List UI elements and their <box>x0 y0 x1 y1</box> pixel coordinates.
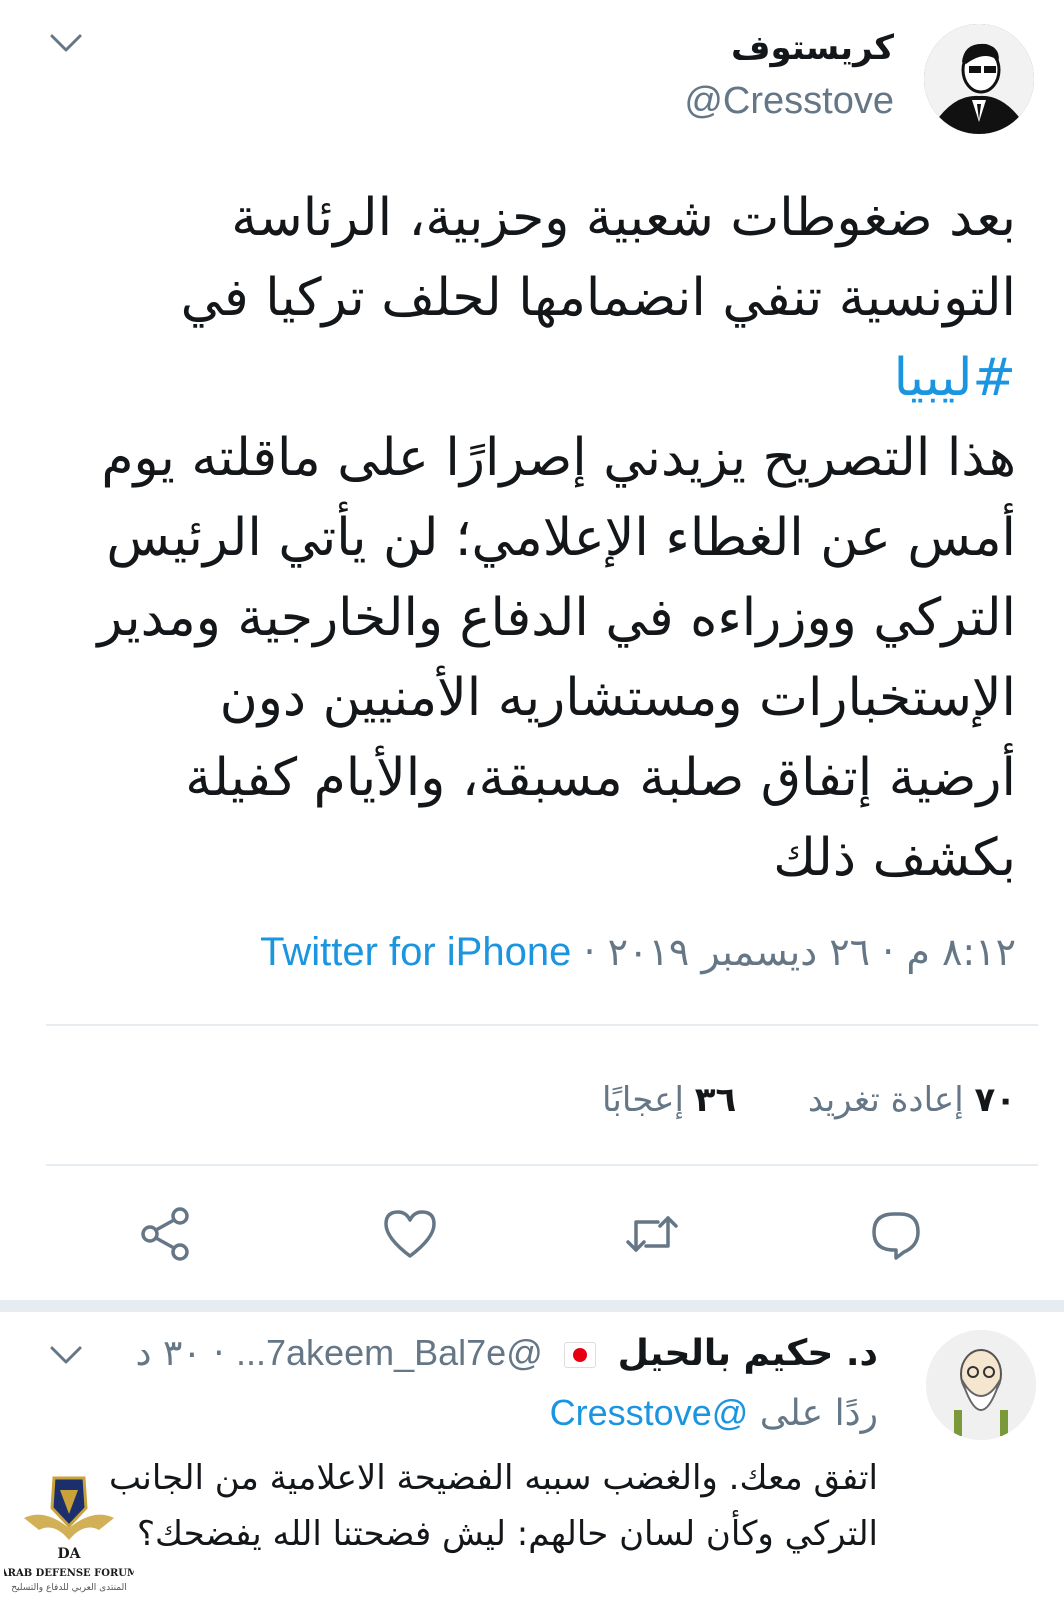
retweets-stat[interactable]: ٧٠ إعادة تغريد <box>808 1080 1016 1120</box>
reply-text: اتفق معك. والغضب سببه الفضيحة الاعلامية … <box>58 1450 878 1562</box>
retweets-count: ٧٠ <box>974 1080 1016 1120</box>
watermark-letters: DA <box>57 1546 81 1562</box>
tweet-text: بعد ضغوطات شعبية وحزبية، الرئاسة التونسي… <box>26 178 1016 898</box>
reply-separator: · <box>213 1333 225 1374</box>
reply-header: د. حكيم بالحيل @7akeem_Bal7e... · ٣٠ د <box>135 1332 878 1374</box>
likes-label: إعجابًا <box>602 1080 684 1120</box>
tweet-text-line: التونسية تنفي انضمامها لحلف تركيا في <box>180 268 1016 328</box>
like-button[interactable] <box>380 1204 440 1264</box>
watermark-logo: DA ARAB DEFENSE FORUM المنتدى العربي للد… <box>0 1468 138 1596</box>
chevron-down-icon[interactable] <box>46 1340 86 1370</box>
reply-author-name[interactable]: د. حكيم بالحيل <box>618 1333 878 1374</box>
reply-author-avatar[interactable] <box>926 1330 1036 1440</box>
tweet-stats: ٧٠ إعادة تغريد ٣٦ إعجابًا <box>602 1080 1016 1120</box>
tweet-meta: ٨:١٢ م · ٢٦ ديسمبر ٢٠١٩ · Twitter for iP… <box>260 930 1016 975</box>
mention-link[interactable]: @Cresstove <box>550 1392 749 1433</box>
tweet-text-line: بعد ضغوطات شعبية وحزبية، الرئاسة <box>231 188 1016 248</box>
author-handle[interactable]: @Cresstove <box>684 80 894 123</box>
section-separator <box>0 1300 1064 1312</box>
reply-text-line: التركي وكأن لسان حالهم: ليش فضحتنا الله … <box>136 1514 878 1554</box>
tweet-text-line: بكشف ذلك <box>773 828 1016 888</box>
divider <box>46 1164 1038 1166</box>
share-icon <box>141 1207 189 1261</box>
likes-count: ٣٦ <box>694 1080 737 1120</box>
divider <box>46 1024 1038 1026</box>
chevron-down-icon[interactable] <box>46 28 86 58</box>
tweet-time: ٨:١٢ م <box>906 930 1016 974</box>
hashtag-link[interactable]: #ليبيا <box>26 338 1016 418</box>
meta-separator: · <box>583 930 596 974</box>
likes-stat[interactable]: ٣٦ إعجابًا <box>602 1080 736 1120</box>
retweet-button[interactable] <box>622 1204 682 1264</box>
reply-author-handle[interactable]: @7akeem_Bal7e... <box>236 1332 543 1373</box>
meta-separator: · <box>882 930 895 974</box>
reply-text-line: اتفق معك. والغضب سببه الفضيحة الاعلامية … <box>108 1458 878 1498</box>
tweet-text-line: أمس عن الغطاء الإعلامي؛ لن يأتي الرئيس <box>106 508 1016 568</box>
watermark-text: ARAB DEFENSE FORUM <box>4 1568 134 1579</box>
author-name[interactable]: كريستوف <box>731 28 894 68</box>
tweet-source-link[interactable]: Twitter for iPhone <box>260 930 571 974</box>
share-button[interactable] <box>136 1204 196 1264</box>
watermark-subtext: المنتدى العربي للدفاع والتسليح <box>11 1583 126 1593</box>
tweet-text-line: التركي ووزراءه في الدفاع والخارجية ومدير <box>97 588 1016 648</box>
tweet-text-line: هذا التصريح يزيدني إصرارًا على ماقلته يو… <box>101 428 1016 488</box>
retweet-icon <box>626 1216 678 1252</box>
reply-button[interactable] <box>866 1204 926 1264</box>
like-icon <box>384 1210 436 1258</box>
retweets-label: إعادة تغريد <box>807 1080 964 1120</box>
reply-icon <box>872 1212 920 1260</box>
author-avatar[interactable] <box>924 24 1034 134</box>
replying-prefix: ردًا على <box>759 1393 878 1434</box>
tweet-text-line: أرضية إتفاق صلبة مسبقة، والأيام كفيلة <box>185 748 1016 808</box>
japan-flag-icon <box>564 1342 597 1368</box>
replying-to: ردًا على @Cresstove <box>550 1392 878 1434</box>
tweet-text-line: الإستخبارات ومستشاريه الأمنيين دون <box>219 668 1016 728</box>
tweet-date: ٢٦ ديسمبر ٢٠١٩ <box>607 930 871 974</box>
reply-time: ٣٠ د <box>135 1333 202 1374</box>
